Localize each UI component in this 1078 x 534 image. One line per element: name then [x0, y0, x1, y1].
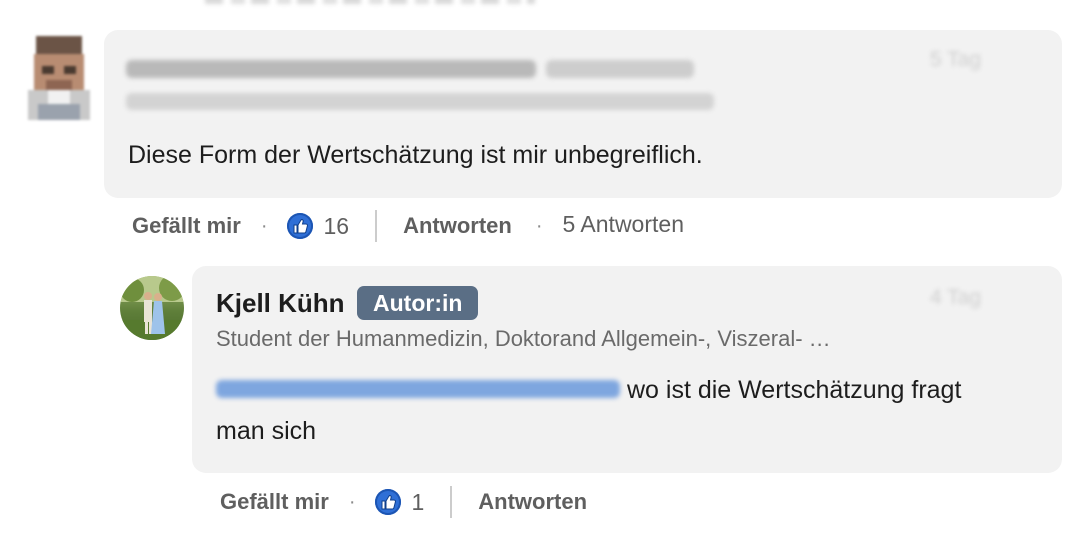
divider [450, 486, 453, 518]
like-reaction-icon[interactable] [287, 213, 314, 239]
reply-actions: Gefällt mir · 1 Antworten [220, 484, 587, 520]
replies-count-link[interactable]: 5 Antworten [563, 211, 684, 238]
separator-dot: · [260, 214, 268, 237]
avatar-photo [120, 276, 184, 340]
reply-button[interactable]: Antworten [403, 213, 512, 239]
reply-text-line2: man sich [216, 417, 317, 445]
author-badge: Autor:in [357, 286, 479, 320]
comment-text: Diese Form der Wertschätzung ist mir unb… [128, 141, 703, 169]
comment-actions: Gefällt mir · 16 Antworten · 5 Antworten [132, 208, 684, 244]
author-headline-blurred [126, 93, 714, 110]
comment-time: 4 Tag [930, 286, 981, 309]
like-button[interactable]: Gefällt mir [132, 213, 241, 239]
mention-link-blurred[interactable] [216, 378, 620, 400]
avatar[interactable] [120, 276, 184, 340]
author-headline: Student der Humanmedizin, Doktorand Allg… [216, 326, 831, 351]
author-name-blurred[interactable] [126, 60, 536, 78]
reply-text: wo ist die Wertschätzung fragt [627, 370, 961, 410]
previous-comment-actions-cutoff [205, 0, 535, 4]
reply-text-line1: wo ist die Wertschätzung fragt [627, 376, 962, 404]
author-name[interactable]: Kjell Kühn [216, 288, 345, 319]
divider [375, 210, 378, 242]
comment-time: 5 Tag [930, 48, 981, 71]
like-count[interactable]: 16 [323, 213, 349, 240]
like-reaction-icon[interactable] [375, 489, 402, 515]
separator-dot: · [348, 490, 356, 513]
author-degree-blurred [546, 60, 694, 78]
comment-bubble: 5 Tag Diese Form der Wertschätzung ist m… [104, 30, 1062, 198]
like-count[interactable]: 1 [411, 489, 424, 516]
reply-button[interactable]: Antworten [478, 489, 587, 515]
avatar[interactable] [28, 36, 90, 120]
separator-dot: · [535, 214, 543, 237]
like-button[interactable]: Gefällt mir [220, 489, 329, 515]
